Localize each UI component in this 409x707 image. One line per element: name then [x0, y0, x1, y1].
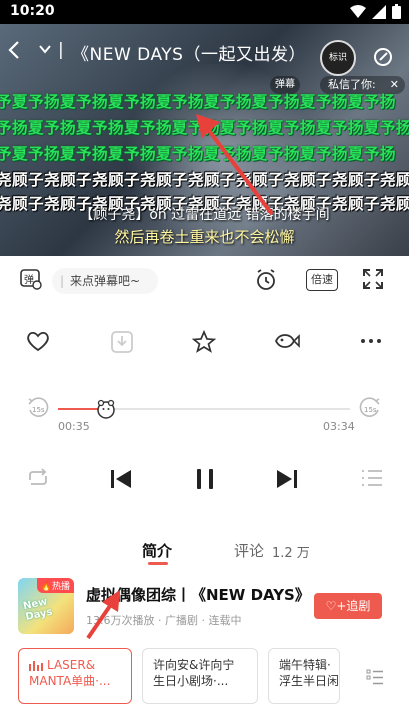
video-subtitle-2: 然后再卷土重来也不会松懈 [114, 228, 295, 246]
danmaku-line: 尧顾子尧顾子尧顾子尧顾子尧顾子尧顾子尧顾子尧顾子尧顾 [0, 171, 409, 189]
input-cursor: | [60, 274, 65, 288]
show-cover[interactable]: 🔥热播 New Days [18, 578, 74, 634]
star-icon[interactable] [192, 330, 216, 354]
danmaku-line: 予扬夏予扬夏予扬夏予扬夏予扬夏予扬夏予扬夏予扬夏予扬 [0, 119, 409, 137]
playlist-icon[interactable] [360, 466, 384, 490]
danmaku-line: 予夏予扬夏予扬夏予扬夏予扬夏予扬夏予扬夏予扬夏予扬 [0, 145, 396, 163]
status-time: 10:20 [10, 3, 55, 19]
more-icon[interactable] [360, 330, 382, 352]
video-subtitle-1: 【顾子尧】on 过雷在道远 错落的楼宇间 [79, 207, 330, 223]
video-title: 《NEW DAYS（一起又出发） [72, 45, 306, 65]
danmaku-placeholder: 来点弹幕吧~ [70, 274, 141, 288]
video-top-bar: | 《NEW DAYS（一起又出发） 标识 [0, 32, 409, 76]
comment-count: 1.2 万 [272, 546, 310, 561]
playback-speed-button[interactable]: 倍速 [306, 269, 338, 291]
episode-subtitle: 生日小剧场·... [153, 674, 229, 688]
wifi-icon [350, 4, 366, 18]
episode-title: 端午特辑· [279, 658, 331, 672]
fish-icon[interactable] [274, 330, 300, 352]
cover-text: New Days [22, 596, 54, 623]
status-icons [350, 4, 401, 19]
show-info: 🔥热播 New Days 虚拟偶像团综丨《NEW DAYS》 13.6万次播放 … [0, 576, 409, 640]
title-divider: | [58, 40, 64, 60]
video-player[interactable]: | 《NEW DAYS（一起又出发） 标识 弹幕 私信了你: ✕ 予夏予扬夏予扬… [0, 24, 409, 256]
progress-track[interactable] [58, 399, 350, 419]
danmaku-line: 予夏予扬夏予扬夏予扬夏予扬夏予扬夏予扬夏予扬夏予扬 [0, 93, 396, 111]
tab-comment[interactable]: 评论 [234, 540, 264, 561]
heart-icon[interactable] [26, 330, 50, 352]
episode-item[interactable]: 端午特辑· 浮生半日闲 [268, 648, 340, 704]
detail-tabs: 简介 评论 1.2 万 [0, 538, 409, 568]
uploader-avatar[interactable]: 标识 [320, 40, 356, 76]
repeat-icon[interactable] [26, 466, 50, 490]
previous-icon[interactable] [108, 466, 134, 492]
episode-list: LASER& MANTA单曲·... 许向安&许向宁 生日小剧场·... 端午特… [0, 646, 409, 707]
download-icon[interactable] [110, 330, 134, 354]
progress-area: 15s 15s 00:35 03:34 [0, 396, 409, 446]
show-title[interactable]: 虚拟偶像团综丨《NEW DAYS》 [86, 584, 304, 605]
playing-equalizer-icon [29, 660, 43, 671]
episode-item[interactable]: LASER& MANTA单曲·... [18, 648, 132, 704]
episode-list-icon[interactable] [366, 668, 384, 686]
battery-icon [392, 4, 401, 19]
fullscreen-icon[interactable] [362, 268, 384, 290]
signal-icon [372, 4, 386, 19]
status-bar: 10:20 [0, 0, 409, 24]
svg-text:15s: 15s [364, 406, 377, 414]
episode-subtitle: 浮生半日闲 [279, 674, 340, 688]
share-icon[interactable] [372, 46, 394, 68]
danmaku-input[interactable]: | 来点弹幕吧~ [52, 268, 158, 294]
skip-back-15s-icon[interactable]: 15s [26, 396, 50, 424]
player-controls [0, 460, 409, 500]
skip-forward-15s-icon[interactable]: 15s [358, 396, 382, 424]
heart-plus-icon: ♡+ [325, 599, 347, 613]
episode-item[interactable]: 许向安&许向宁 生日小剧场·... [142, 648, 258, 704]
svg-text:15s: 15s [32, 406, 45, 414]
episode-subtitle: MANTA单曲·... [29, 674, 111, 688]
show-meta: 13.6万次播放 · 广播剧 · 连载中 [86, 614, 242, 627]
danmaku-toggle-icon[interactable]: 弹 [20, 268, 42, 290]
episode-title: 许向安&许向宁 [153, 658, 235, 672]
timer-icon[interactable] [254, 268, 278, 292]
tab-active-indicator [148, 562, 168, 565]
back-icon[interactable] [6, 40, 22, 60]
next-icon[interactable] [274, 466, 300, 492]
follow-button[interactable]: ♡+追剧 [314, 593, 382, 619]
progress-thumb-icon[interactable] [96, 399, 116, 419]
pause-icon[interactable] [192, 466, 218, 492]
current-time: 00:35 [58, 420, 90, 433]
chevron-down-icon[interactable] [38, 40, 52, 60]
total-time: 03:34 [323, 420, 355, 433]
danmaku-control-bar: 弹 | 来点弹幕吧~ 倍速 [0, 256, 409, 306]
action-row [0, 320, 409, 364]
tab-intro[interactable]: 简介 [142, 540, 172, 561]
